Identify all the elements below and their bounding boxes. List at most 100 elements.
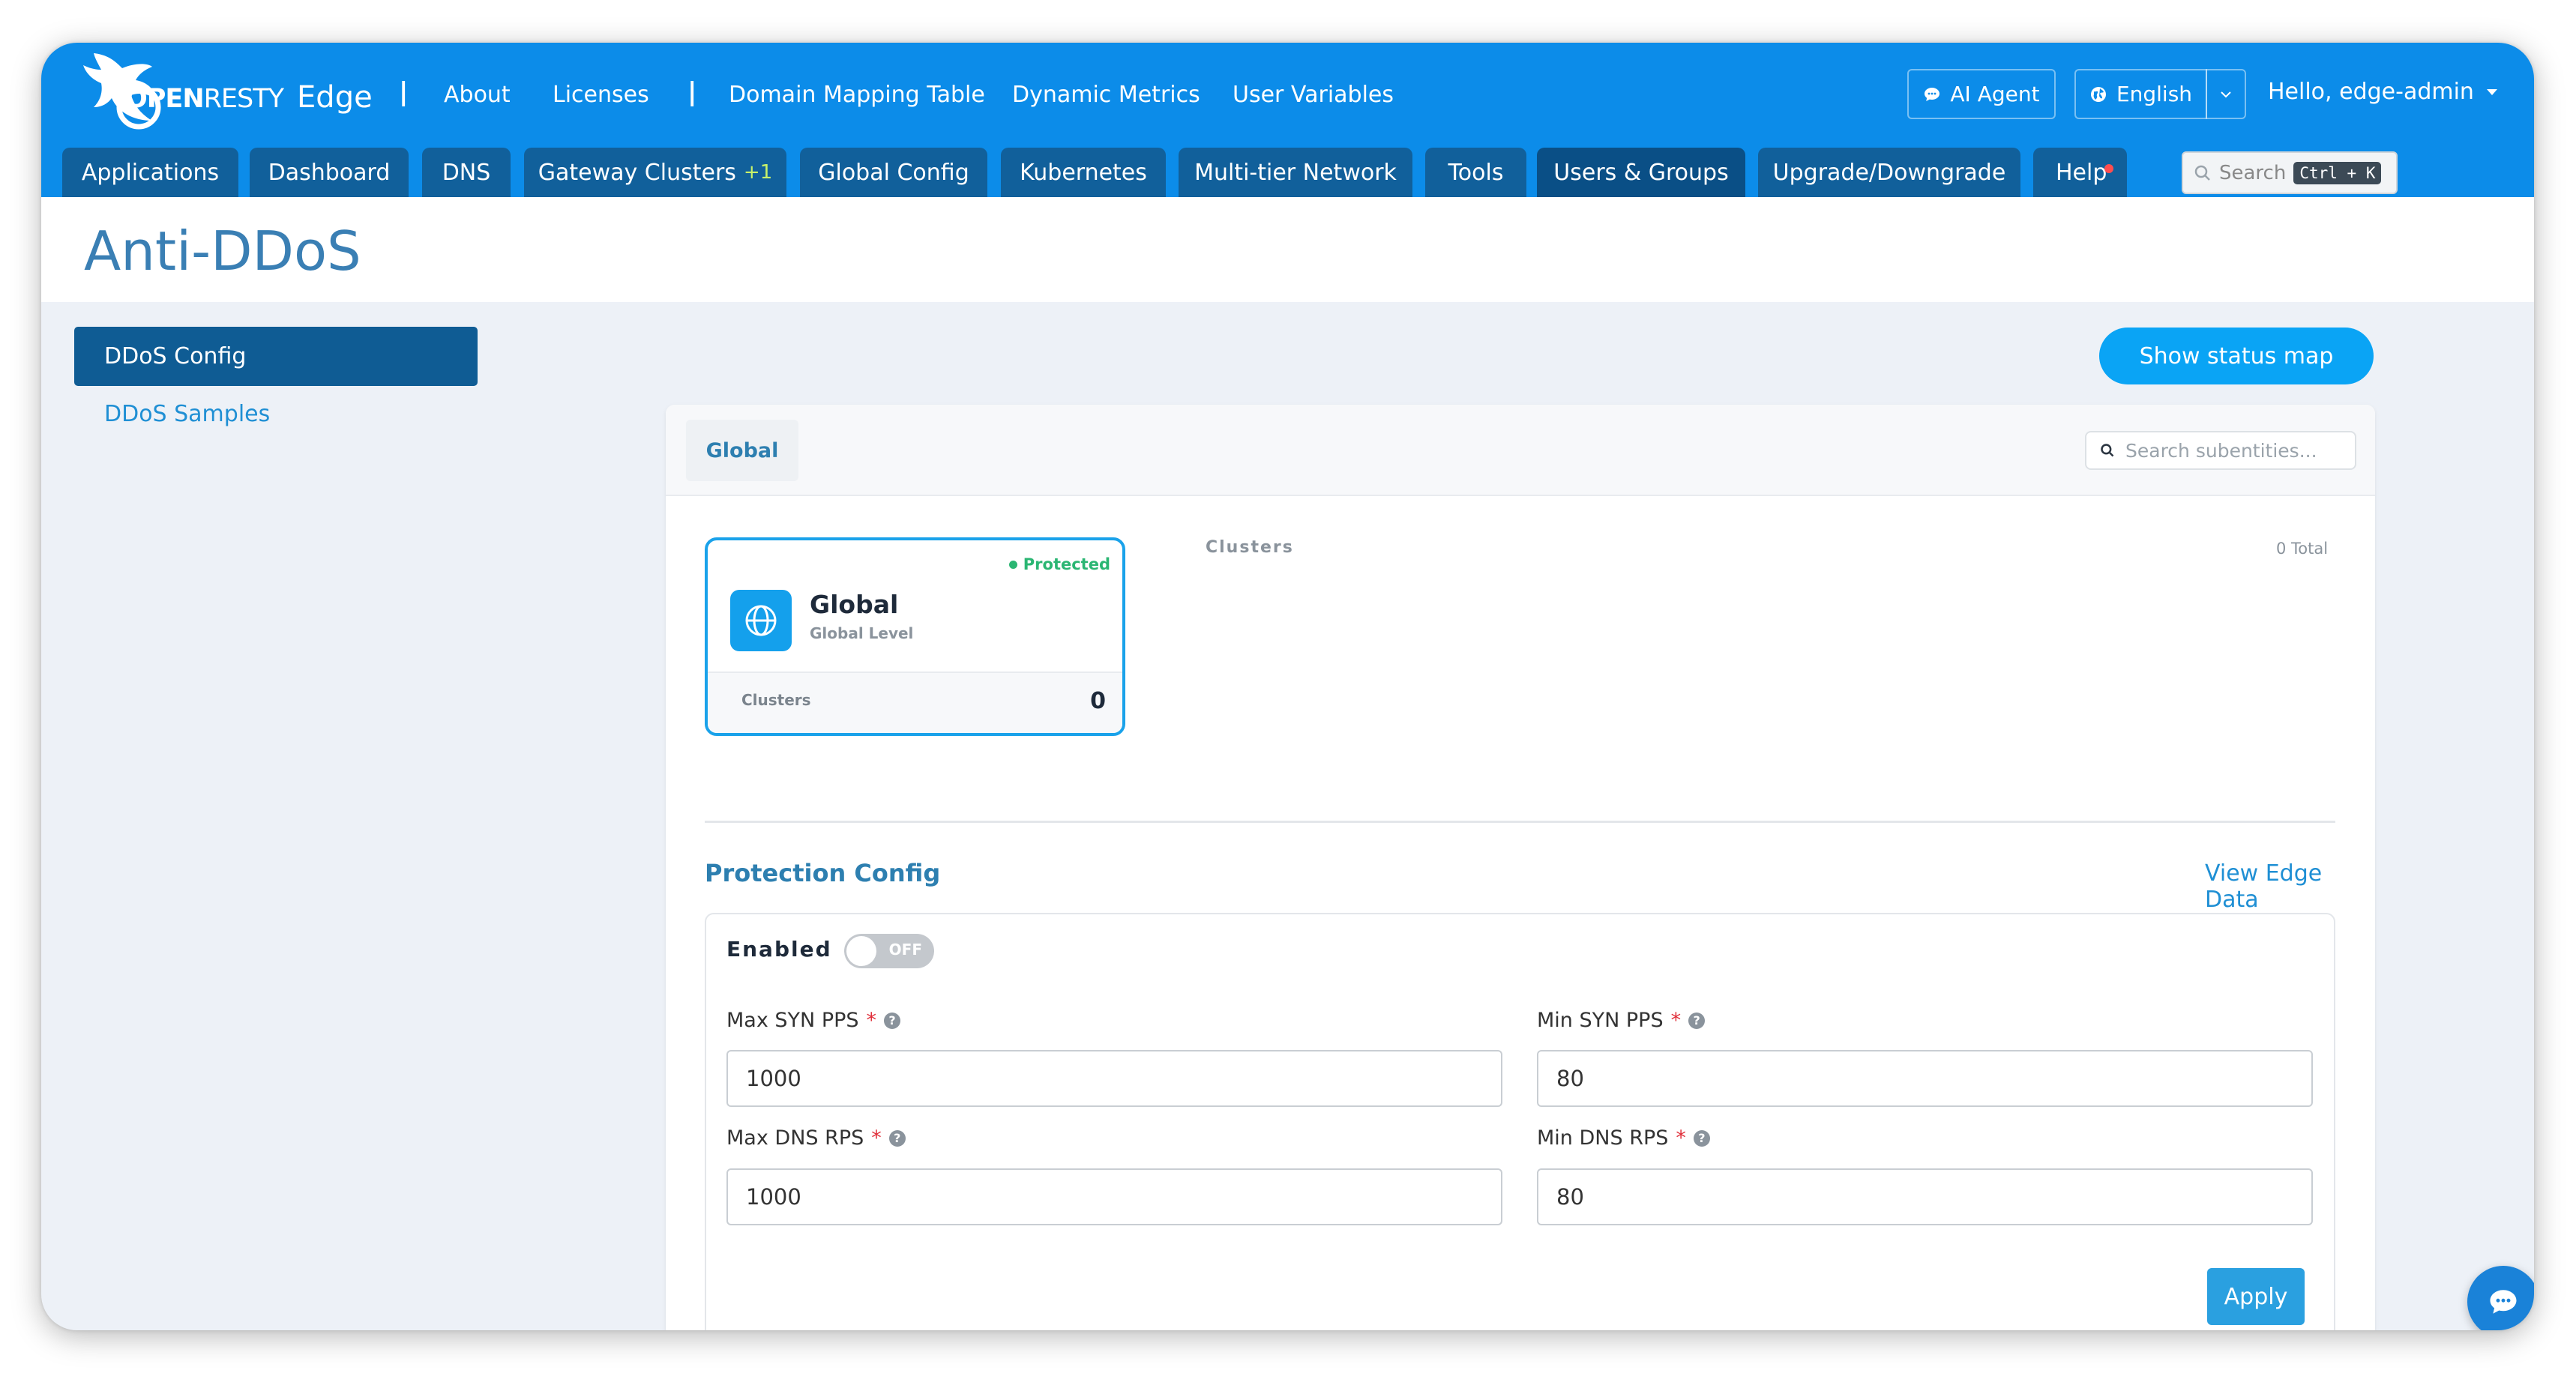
tab-kubernetes[interactable]: Kubernetes <box>1001 148 1166 197</box>
tab-label: Multi-tier Network <box>1194 159 1397 186</box>
enabled-toggle[interactable]: OFF <box>844 934 934 968</box>
show-status-map-button[interactable]: Show status map <box>2099 328 2374 384</box>
chat-bubble-icon <box>2490 1290 2517 1314</box>
page-title: Anti-DDoS <box>84 220 361 283</box>
min-syn-pps-label: Min SYN PPS * ? <box>1537 1009 1706 1032</box>
protected-label: Protected <box>1023 555 1110 573</box>
sidebar-item-label: DDoS Config <box>104 343 247 369</box>
tab-count-badge: +1 <box>743 161 773 184</box>
ai-agent-button[interactable]: AI Agent <box>1907 69 2056 119</box>
chat-bubble-icon <box>1925 87 1940 101</box>
tab-label: Gateway Clusters <box>538 159 736 186</box>
globe-icon <box>730 590 792 651</box>
protection-config-form: Enabled OFF Max SYN PPS * ? 1000 Min SYN… <box>705 913 2335 1330</box>
subentity-search-input[interactable]: Search subentities... <box>2085 431 2356 470</box>
nav-domain-mapping-table[interactable]: Domain Mapping Table <box>729 82 985 108</box>
help-icon[interactable]: ? <box>1688 1012 1706 1029</box>
required-mark: * <box>1676 1126 1686 1150</box>
help-icon[interactable]: ? <box>884 1012 901 1029</box>
tab-label: Applications <box>81 159 220 186</box>
max-syn-pps-input[interactable]: 1000 <box>726 1050 1502 1107</box>
app-window: OPEN RESTY Edge | About Licenses | Domai… <box>41 43 2534 1330</box>
tab-label: Global Config <box>818 159 969 186</box>
language-dropdown-toggle[interactable] <box>2206 69 2246 119</box>
max-dns-rps-input[interactable]: 1000 <box>726 1168 1502 1225</box>
min-dns-rps-label: Min DNS RPS * ? <box>1537 1126 1710 1150</box>
tab-global-config[interactable]: Global Config <box>800 148 987 197</box>
tab-dns[interactable]: DNS <box>422 148 511 197</box>
toggle-knob <box>846 936 876 966</box>
status-dot <box>1008 560 1017 569</box>
panel-header: Global Search subentities... <box>666 405 2375 496</box>
enabled-label: Enabled <box>726 937 832 962</box>
sidebar-item-ddos-samples[interactable]: DDoS Samples <box>104 401 270 427</box>
tab-applications[interactable]: Applications <box>62 148 238 197</box>
min-syn-pps-input[interactable]: 80 <box>1537 1050 2313 1107</box>
required-mark: * <box>866 1009 877 1032</box>
tab-help[interactable]: Help <box>2033 148 2127 197</box>
min-dns-rps-input[interactable]: 80 <box>1537 1168 2313 1225</box>
entity-level: Global Level <box>810 624 914 642</box>
caret-down-icon <box>2486 88 2497 95</box>
tab-global-scope[interactable]: Global <box>686 420 798 481</box>
nav-licenses[interactable]: Licenses <box>553 82 649 108</box>
tab-upgrade-downgrade[interactable]: Upgrade/Downgrade <box>1758 148 2020 197</box>
notification-dot <box>2104 164 2113 173</box>
field-label-text: Max DNS RPS <box>726 1126 864 1150</box>
max-syn-pps-label: Max SYN PPS * ? <box>726 1009 901 1032</box>
search-shortcut: Ctrl + K <box>2293 161 2382 184</box>
brand-wordmark[interactable]: OPEN RESTY Edge <box>125 80 373 125</box>
language-label: English <box>2116 82 2193 106</box>
tab-users-groups[interactable]: Users & Groups <box>1537 148 1745 197</box>
user-menu[interactable]: Hello, edge-admin <box>2268 79 2498 105</box>
subentity-search-placeholder: Search subentities... <box>2125 439 2317 462</box>
brand-open: OPEN <box>125 84 205 114</box>
tab-multi-tier-network[interactable]: Multi-tier Network <box>1179 148 1412 197</box>
entity-clusters-count: 0 <box>1090 688 1106 714</box>
clusters-heading: Clusters <box>1206 538 1294 557</box>
search-placeholder: Search <box>2219 161 2287 184</box>
sidebar-item-ddos-config[interactable]: DDoS Config <box>74 327 478 386</box>
search-icon <box>2101 444 2114 457</box>
max-dns-rps-label: Max DNS RPS * ? <box>726 1126 906 1150</box>
protected-badge: Protected <box>1008 555 1110 573</box>
protection-config-title: Protection Config <box>705 859 941 887</box>
globe-icon <box>2090 86 2106 102</box>
brand-resty: RESTY <box>203 84 284 114</box>
nav-about[interactable]: About <box>444 82 511 108</box>
apply-button[interactable]: Apply <box>2207 1268 2305 1325</box>
entity-footer: Clusters 0 <box>708 672 1122 733</box>
tab-label: Help <box>2056 159 2107 186</box>
entity-name: Global <box>810 590 899 619</box>
tab-label: Tools <box>1448 159 1504 186</box>
required-mark: * <box>1670 1009 1682 1032</box>
user-greeting: Hello, edge-admin <box>2268 79 2474 105</box>
tab-label: Upgrade/Downgrade <box>1772 159 2006 186</box>
nav-user-variables[interactable]: User Variables <box>1233 82 1394 108</box>
title-band: Anti-DDoS <box>41 197 2534 302</box>
chat-support-button[interactable] <box>2467 1266 2534 1330</box>
tab-dashboard[interactable]: Dashboard <box>250 148 409 197</box>
brand-edge: Edge <box>297 80 373 115</box>
global-entity-card[interactable]: Protected Global Global Level Clusters 0 <box>705 537 1125 736</box>
global-search[interactable]: Search Ctrl + K <box>2182 151 2398 194</box>
ddos-config-panel: Global Search subentities... Protected G… <box>666 405 2375 1330</box>
tab-tools[interactable]: Tools <box>1425 148 1526 197</box>
search-icon <box>2194 165 2210 181</box>
ai-agent-label: AI Agent <box>1950 82 2040 106</box>
divider <box>705 821 2335 823</box>
nav-dynamic-metrics[interactable]: Dynamic Metrics <box>1012 82 1200 108</box>
view-edge-data-link[interactable]: View Edge Data <box>2205 860 2375 913</box>
field-label-text: Min SYN PPS <box>1537 1009 1664 1032</box>
tab-label: Dashboard <box>268 159 391 186</box>
tab-gateway-clusters[interactable]: Gateway Clusters +1 <box>524 148 786 197</box>
top-header: OPEN RESTY Edge | About Licenses | Domai… <box>41 43 2534 197</box>
help-icon[interactable]: ? <box>888 1129 906 1147</box>
nav-separator: | <box>399 77 409 107</box>
field-label-text: Max SYN PPS <box>726 1009 859 1032</box>
entity-clusters-label: Clusters <box>741 691 811 709</box>
nav-separator: | <box>687 77 697 107</box>
required-mark: * <box>871 1126 882 1150</box>
language-selector[interactable]: English <box>2074 69 2207 119</box>
help-icon[interactable]: ? <box>1693 1129 1710 1147</box>
